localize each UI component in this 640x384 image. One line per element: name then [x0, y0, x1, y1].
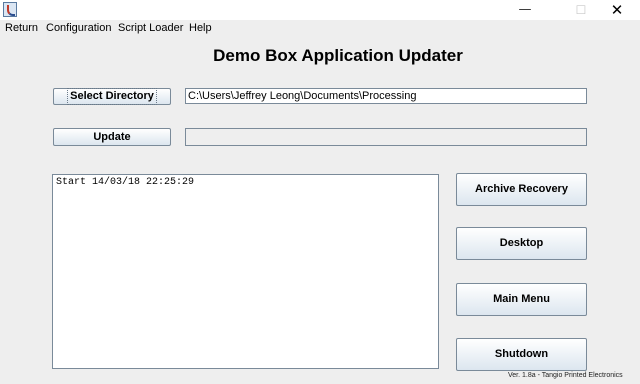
- directory-path-field[interactable]: C:\Users\Jeffrey Leong\Documents\Process…: [185, 88, 587, 104]
- desktop-label: Desktop: [499, 237, 544, 249]
- menu-return[interactable]: Return: [5, 22, 38, 34]
- menu-help[interactable]: Help: [189, 22, 212, 34]
- update-label: Update: [93, 131, 131, 143]
- version-label: Ver. 1.8a - Tangio Printed Electronics: [508, 372, 623, 379]
- menu-bar: Return Configuration Script Loader Help: [0, 20, 640, 38]
- minimize-button[interactable]: —: [502, 0, 548, 20]
- menu-configuration[interactable]: Configuration: [46, 22, 111, 34]
- main-menu-label: Main Menu: [493, 293, 550, 305]
- update-status-field: [185, 128, 587, 146]
- close-button[interactable]: ✕: [594, 0, 640, 20]
- select-directory-label: Select Directory: [67, 88, 157, 105]
- main-menu-button[interactable]: Main Menu: [456, 283, 587, 316]
- archive-recovery-button[interactable]: Archive Recovery: [456, 173, 587, 206]
- shutdown-button[interactable]: Shutdown: [456, 338, 587, 371]
- select-directory-button[interactable]: Select Directory: [53, 88, 171, 105]
- shutdown-label: Shutdown: [494, 348, 549, 360]
- java-app-icon: [3, 2, 17, 17]
- update-button[interactable]: Update: [53, 128, 171, 146]
- page-title: Demo Box Application Updater: [213, 46, 463, 65]
- log-textarea[interactable]: Start 14/03/18 22:25:29: [52, 174, 439, 369]
- desktop-button[interactable]: Desktop: [456, 227, 587, 260]
- title-bar: — ☐ ✕: [0, 0, 640, 20]
- archive-recovery-label: Archive Recovery: [475, 183, 568, 195]
- menu-script-loader[interactable]: Script Loader: [118, 22, 183, 34]
